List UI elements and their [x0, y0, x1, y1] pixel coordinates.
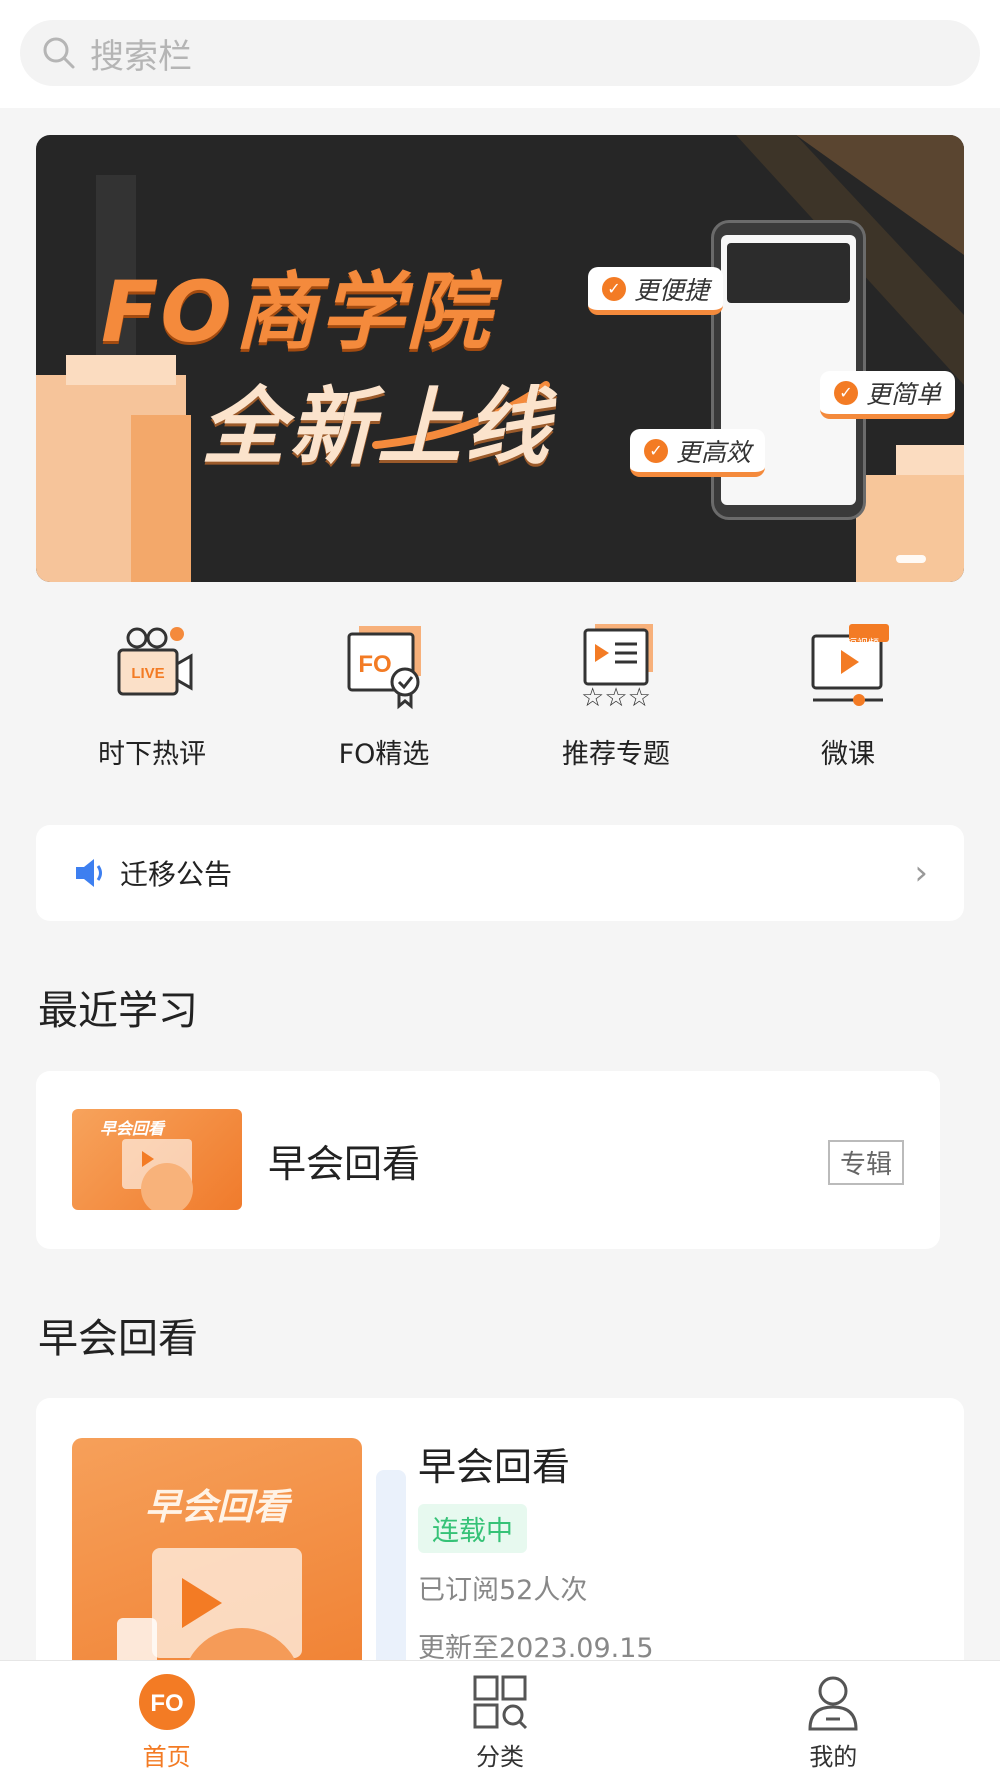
entry-label: FO精选	[338, 739, 430, 770]
chevron-right-icon: ›	[914, 853, 928, 893]
quick-entries: LIVE 时下热评 FO FO精选 ☆☆☆ 推荐专题 微课	[36, 620, 964, 771]
micro-lesson-icon	[811, 624, 889, 706]
album-section-title: 早会回看	[38, 1316, 198, 1362]
banner-tag: ✓ 更高效	[630, 429, 766, 477]
recent-item[interactable]: 早会回看 早会回看 专辑	[36, 1071, 940, 1249]
home-fo-icon: FO	[138, 1674, 195, 1730]
recent-item-title: 早会回看	[268, 1142, 421, 1186]
entry-label: 时下热评	[98, 739, 206, 770]
entry-hot-review[interactable]: LIVE 时下热评	[36, 620, 268, 771]
status-badge: 连载中	[418, 1504, 527, 1553]
entry-label: 微课	[821, 739, 875, 770]
entry-recommend-topic[interactable]: ☆☆☆ 推荐专题	[500, 620, 732, 771]
banner-tag: ✓ 更简单	[820, 371, 956, 419]
speaker-icon	[76, 859, 102, 887]
search-icon	[43, 37, 75, 69]
profile-icon	[808, 1676, 858, 1731]
fo-select-icon: FO	[347, 626, 421, 710]
entry-label: 推荐专题	[562, 739, 670, 770]
recent-section-title: 最近学习	[38, 988, 198, 1034]
subscriber-count: 已订阅52人次	[418, 1575, 588, 1606]
entry-fo-select[interactable]: FO FO精选	[268, 620, 500, 771]
banner-tag: ✓ 更便捷	[588, 267, 724, 315]
live-camera-icon: LIVE	[117, 627, 193, 696]
search-bar-area: 搜索栏	[0, 0, 1000, 108]
tab-label: 首页	[142, 1743, 191, 1771]
search-input[interactable]: 搜索栏	[20, 20, 980, 86]
recommend-topic-icon: ☆☆☆	[581, 624, 653, 710]
promo-banner[interactable]: FO商学院 全新上线 ✓ 更便捷 ✓ 更简单 ✓ 更高效	[36, 135, 964, 582]
svg-text:FO: FO	[150, 1690, 183, 1717]
short-video-badge: 短视频	[846, 637, 879, 650]
tab-home[interactable]: FO 首页	[0, 1661, 333, 1778]
tab-profile[interactable]: 我的	[667, 1661, 1000, 1778]
tab-category[interactable]: 分类	[333, 1661, 666, 1778]
migration-notice[interactable]: 迁移公告 ›	[36, 825, 964, 921]
banner-title-line1: FO商学院	[101, 263, 492, 361]
bottom-tab-bar: FO 首页 分类 我的	[0, 1660, 1000, 1778]
svg-text:LIVE: LIVE	[131, 665, 164, 682]
check-icon: ✓	[834, 380, 858, 405]
tab-label: 分类	[475, 1743, 524, 1771]
recent-thumbnail: 早会回看	[72, 1109, 242, 1210]
svg-text:☆☆☆: ☆☆☆	[581, 683, 651, 710]
album-title: 早会回看	[418, 1445, 571, 1489]
notice-label: 迁移公告	[120, 858, 233, 891]
search-placeholder: 搜索栏	[90, 36, 192, 77]
album-badge: 专辑	[827, 1140, 904, 1185]
banner-title-line2: 全新上线	[201, 378, 554, 476]
check-icon: ✓	[644, 438, 668, 463]
svg-text:FO: FO	[358, 651, 391, 678]
category-icon	[473, 1675, 528, 1730]
tab-label: 我的	[809, 1743, 858, 1771]
check-icon: ✓	[602, 276, 626, 301]
